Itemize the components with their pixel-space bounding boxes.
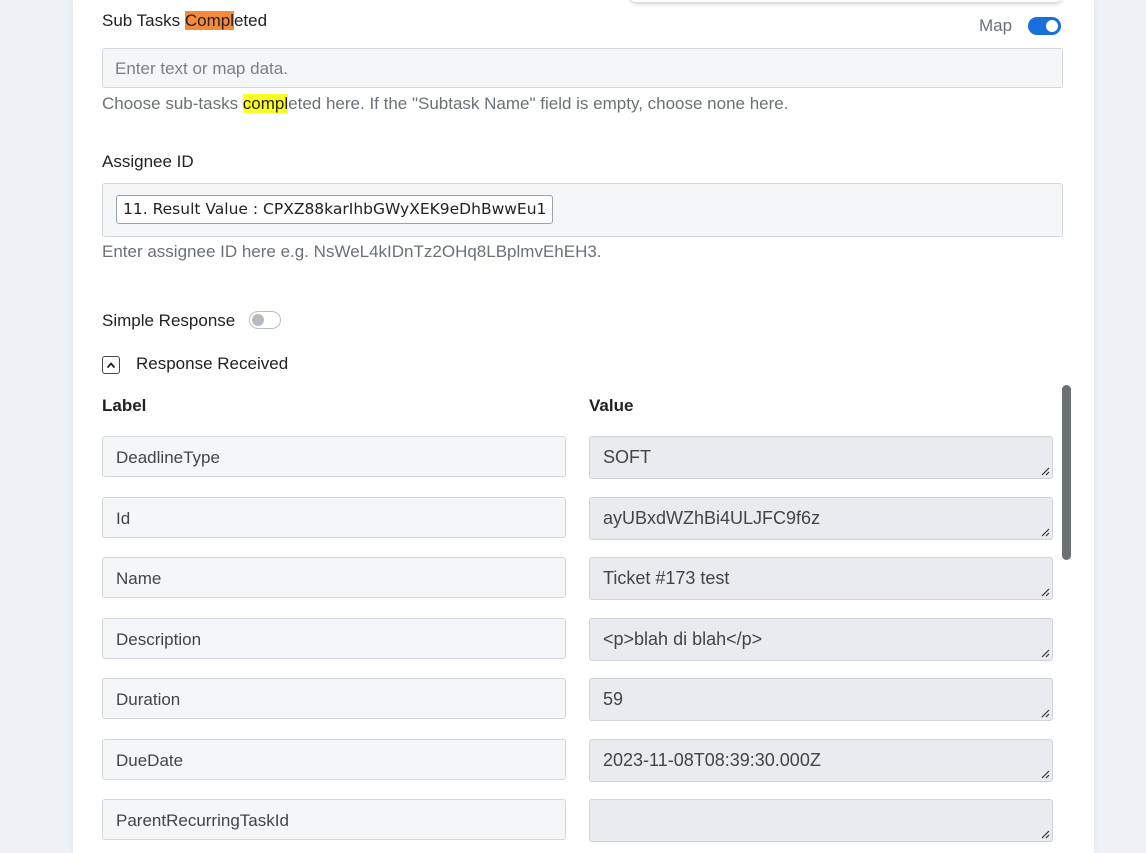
resize-handle-icon[interactable] <box>1040 587 1050 597</box>
response-value-field[interactable]: <p>blah di blah</p> <box>589 618 1053 661</box>
response-value-field[interactable] <box>589 799 1053 842</box>
response-value-field[interactable]: ayUBxdWZhBi4ULJFC9f6z <box>589 497 1053 540</box>
assignee-label: Assignee ID <box>102 152 194 171</box>
value-column-header: Value <box>589 396 634 415</box>
response-label-field[interactable]: Description <box>102 618 566 659</box>
subtasks-help: Choose sub-tasks completed here. If the … <box>102 94 789 113</box>
resize-handle-icon[interactable] <box>1040 527 1050 537</box>
assignee-help: Enter assignee ID here e.g. NsWeL4kIDnTz… <box>102 242 602 261</box>
assignee-input[interactable]: 11. Result Value : CPXZ88karIhbGWyXEK9eD… <box>102 183 1063 237</box>
response-received-title: Response Received <box>136 354 289 373</box>
form-card <box>73 0 1094 853</box>
response-value-text: <p>blah di blah</p> <box>603 629 763 649</box>
response-value-field[interactable]: 2023-11-08T08:39:30.000Z <box>589 739 1053 782</box>
simple-response-toggle[interactable] <box>249 311 281 329</box>
chevron-up-icon <box>107 362 115 368</box>
search-highlight: compl <box>242 94 289 113</box>
search-highlight: Compl <box>184 11 234 30</box>
response-label-field[interactable]: Name <box>102 557 566 598</box>
response-label-field[interactable]: ParentRecurringTaskId <box>102 799 566 840</box>
toggle-knob <box>1046 20 1059 32</box>
response-value-field[interactable]: 59 <box>589 678 1053 721</box>
resize-handle-icon[interactable] <box>1040 708 1050 718</box>
response-value-text: 2023-11-08T08:39:30.000Z <box>603 750 821 770</box>
response-value-field[interactable]: SOFT <box>589 436 1053 479</box>
toggle-knob <box>252 314 264 326</box>
mapped-value-token[interactable]: 11. Result Value : CPXZ88karIhbGWyXEK9eD… <box>116 195 554 224</box>
map-toggle-group: Map <box>979 16 1062 36</box>
response-label-field[interactable]: DeadlineType <box>102 436 566 477</box>
response-value-text: 59 <box>603 689 624 709</box>
response-value-text: SOFT <box>603 447 651 467</box>
response-value-text: Ticket #173 test <box>603 568 730 588</box>
subtasks-input[interactable]: Enter text or map data. <box>102 48 1063 88</box>
response-value-field[interactable]: Ticket #173 test <box>589 557 1053 600</box>
resize-handle-icon[interactable] <box>1040 466 1050 476</box>
dropdown-edge <box>630 0 1062 2</box>
subtasks-label: Sub Tasks Completed <box>102 11 268 30</box>
label-column-header: Label <box>102 396 147 415</box>
response-label-field[interactable]: DueDate <box>102 739 566 780</box>
simple-response-label: Simple Response <box>102 311 236 330</box>
resize-handle-icon[interactable] <box>1040 829 1050 839</box>
response-label-field[interactable]: Duration <box>102 678 566 719</box>
map-toggle[interactable] <box>1028 17 1062 35</box>
subtasks-placeholder: Enter text or map data. <box>115 59 288 78</box>
collapse-button[interactable] <box>102 356 120 374</box>
resize-handle-icon[interactable] <box>1040 769 1050 779</box>
response-label-field[interactable]: Id <box>102 497 566 538</box>
scrollbar-thumb[interactable] <box>1062 385 1071 560</box>
resize-handle-icon[interactable] <box>1040 648 1050 658</box>
response-value-text: ayUBxdWZhBi4ULJFC9f6z <box>603 508 821 528</box>
map-label: Map <box>979 16 1013 35</box>
